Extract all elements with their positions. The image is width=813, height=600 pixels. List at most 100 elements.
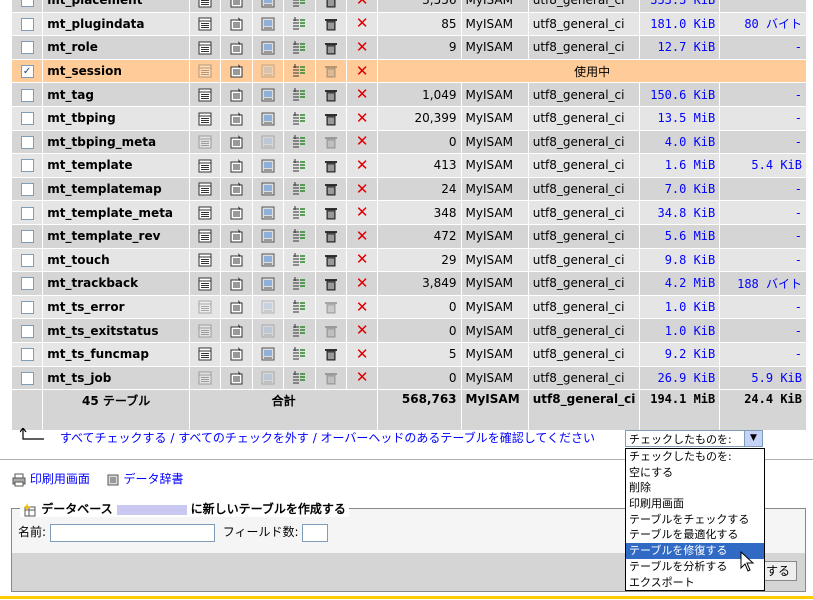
structure-icon[interactable]	[230, 371, 244, 385]
table-name-link[interactable]: mt_role	[43, 36, 189, 59]
drop-icon[interactable]: ✕	[356, 110, 369, 126]
table-name-input[interactable]	[49, 523, 215, 542]
table-name-link[interactable]: mt_placement	[43, 0, 189, 12]
row-checkbox[interactable]	[20, 88, 34, 102]
size-link[interactable]: 4.0 KiB	[640, 130, 720, 154]
insert-icon[interactable]	[292, 64, 306, 78]
empty-icon[interactable]	[324, 229, 338, 243]
search-icon[interactable]	[261, 64, 275, 78]
size-link[interactable]: 1.0 KiB	[640, 295, 720, 319]
drop-icon[interactable]: ✕	[356, 346, 369, 362]
size-link[interactable]: 4.2 MiB	[640, 272, 720, 295]
row-checkbox[interactable]	[20, 112, 34, 126]
search-icon[interactable]	[261, 182, 275, 196]
dropdown-option[interactable]: テーブルを最適化する	[626, 527, 764, 543]
insert-icon[interactable]	[292, 40, 306, 54]
drop-icon[interactable]: ✕	[356, 370, 369, 385]
insert-icon[interactable]	[292, 371, 306, 385]
browse-icon[interactable]	[198, 64, 212, 78]
drop-icon[interactable]: ✕	[356, 0, 369, 8]
dropdown-option[interactable]: チェックしたものを:	[626, 449, 764, 465]
dropdown-option[interactable]: 空にする	[626, 465, 764, 481]
table-row[interactable]: mt_ts_job ✕ 0 MyISAM utf8_general_ci 26.9 KiB…	[12, 366, 806, 390]
size-link[interactable]: 13.5 MiB	[640, 106, 720, 130]
browse-icon[interactable]	[198, 40, 212, 55]
insert-icon[interactable]	[292, 182, 306, 196]
empty-icon[interactable]	[324, 300, 338, 314]
empty-icon[interactable]	[324, 135, 338, 149]
insert-icon[interactable]	[292, 17, 306, 31]
insert-icon[interactable]	[292, 87, 306, 101]
drop-icon[interactable]: ✕	[356, 39, 369, 55]
structure-icon[interactable]	[230, 253, 244, 267]
structure-icon[interactable]	[230, 276, 244, 291]
insert-icon[interactable]	[292, 253, 306, 267]
structure-icon[interactable]	[230, 205, 244, 220]
drop-icon[interactable]: ✕	[356, 228, 369, 244]
with-selected-select[interactable]: チェックしたものを: ▼	[625, 430, 763, 447]
table-name-link[interactable]: mt_tag	[43, 83, 189, 106]
row-checkbox[interactable]	[20, 135, 34, 149]
table-name-link[interactable]: mt_ts_job	[43, 366, 189, 390]
search-icon[interactable]	[261, 17, 275, 31]
table-row[interactable]: mt_template_meta ✕ 348 MyISAM utf8_general_c…	[12, 201, 806, 224]
insert-icon[interactable]	[292, 158, 306, 172]
row-checkbox[interactable]	[20, 230, 34, 244]
table-row[interactable]: mt_templatemap ✕ 24 MyISAM utf8_general_ci 7.…	[12, 177, 806, 201]
structure-icon[interactable]	[230, 17, 244, 31]
table-row[interactable]: mt_ts_error ✕ 0 MyISAM utf8_general_ci 1.0 Ki…	[12, 295, 806, 319]
table-row[interactable]: ✓ mt_session ✕ 使用中	[12, 59, 806, 83]
table-row[interactable]: mt_plugindata ✕ 85 MyISAM utf8_general_ci 181…	[12, 12, 806, 36]
table-row[interactable]: mt_touch ✕ 29 MyISAM utf8_general_ci 9.8 KiB -	[12, 248, 806, 272]
browse-icon[interactable]	[198, 371, 212, 385]
search-icon[interactable]	[261, 40, 275, 55]
structure-icon[interactable]	[230, 111, 244, 126]
table-name-link[interactable]: mt_templatemap	[43, 177, 189, 201]
structure-icon[interactable]	[230, 0, 244, 8]
table-name-link[interactable]: mt_ts_exitstatus	[43, 319, 189, 342]
table-row[interactable]: mt_template ✕ 413 MyISAM utf8_general_ci 1.6 …	[12, 154, 806, 177]
chevron-down-icon[interactable]: ▼	[744, 431, 762, 446]
table-name-link[interactable]: mt_ts_funcmap	[43, 342, 189, 366]
empty-icon[interactable]	[324, 205, 338, 220]
table-row[interactable]: mt_ts_exitstatus ✕ 0 MyISAM utf8_general_ci 1…	[12, 319, 806, 342]
empty-icon[interactable]	[324, 323, 338, 338]
table-name-link[interactable]: mt_ts_error	[43, 295, 189, 319]
dropdown-option[interactable]: テーブルをチェックする	[626, 512, 764, 528]
table-name-link[interactable]: mt_tbping_meta	[43, 130, 189, 154]
table-row[interactable]: mt_ts_funcmap ✕ 5 MyISAM utf8_general_ci 9.2 …	[12, 342, 806, 366]
empty-icon[interactable]	[324, 253, 338, 267]
browse-icon[interactable]	[198, 0, 212, 8]
empty-icon[interactable]	[324, 276, 338, 291]
row-checkbox[interactable]	[20, 348, 34, 362]
table-name-link[interactable]: mt_plugindata	[43, 12, 189, 36]
search-icon[interactable]	[261, 229, 275, 243]
browse-icon[interactable]	[198, 135, 212, 149]
empty-icon[interactable]	[324, 182, 338, 196]
structure-icon[interactable]	[230, 158, 244, 173]
size-link[interactable]: 34.8 KiB	[640, 201, 720, 224]
search-icon[interactable]	[261, 323, 275, 338]
search-icon[interactable]	[261, 253, 275, 267]
row-checkbox[interactable]	[20, 277, 34, 291]
empty-icon[interactable]	[324, 158, 338, 173]
row-checkbox[interactable]	[20, 17, 34, 31]
size-link[interactable]: 150.6 KiB	[640, 83, 720, 106]
table-row[interactable]: mt_trackback ✕ 3,849 MyISAM utf8_general_ci 4…	[12, 272, 806, 295]
size-link[interactable]: 5.6 MiB	[640, 224, 720, 248]
search-icon[interactable]	[261, 158, 275, 173]
size-link[interactable]: 353.3 KiB	[640, 0, 720, 12]
browse-icon[interactable]	[198, 17, 212, 31]
empty-icon[interactable]	[324, 371, 338, 385]
table-row[interactable]: mt_template_rev ✕ 472 MyISAM utf8_general_ci…	[12, 224, 806, 248]
drop-icon[interactable]: ✕	[356, 299, 369, 315]
size-link[interactable]: 26.9 KiB	[640, 366, 720, 390]
structure-icon[interactable]	[230, 229, 244, 243]
empty-icon[interactable]	[324, 0, 338, 8]
table-name-link[interactable]: mt_tbping	[43, 106, 189, 130]
browse-icon[interactable]	[198, 300, 212, 314]
empty-icon[interactable]	[324, 111, 338, 126]
size-link[interactable]: 9.2 KiB	[640, 342, 720, 366]
row-checkbox[interactable]: ✓	[20, 65, 34, 79]
search-icon[interactable]	[261, 111, 275, 126]
